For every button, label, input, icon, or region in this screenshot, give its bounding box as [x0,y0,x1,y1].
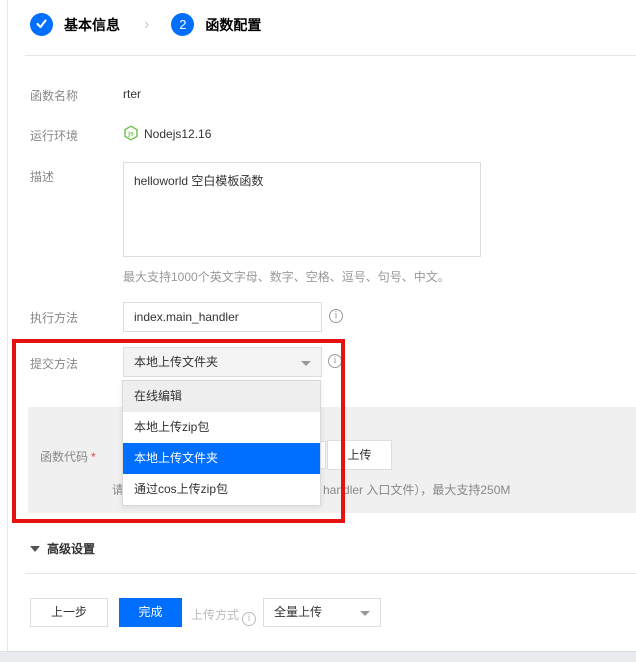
upload-mode-value: 全量上传 [274,605,322,619]
description-hint: 最大支持1000个英文字母、数字、空格、逗号、句号、中文。 [123,268,450,285]
upload-mode-info-icon[interactable] [242,612,256,626]
caret-down-icon [360,611,370,616]
description-textarea[interactable]: helloworld 空白模板函数 [123,162,481,257]
handler-label: 执行方法 [30,309,78,326]
function-config-page: 基本信息 2 函数配置 函数名称 rter 运行环境 js Nodejs12.1… [0,0,636,662]
handler-info-icon[interactable] [329,309,343,323]
dropdown-option-local-folder[interactable]: 本地上传文件夹 [123,443,320,474]
runtime-value: Nodejs12.16 [144,127,211,141]
dropdown-option-local-zip[interactable]: 本地上传zip包 [123,412,320,443]
advanced-settings-toggle[interactable]: 高级设置 [30,540,95,557]
function-code-label: 函数代码* [40,448,96,465]
upload-button[interactable]: 上传 [327,440,392,470]
caret-down-icon [301,361,311,366]
step2-label: 函数配置 [205,15,261,35]
chevron-right-icon [144,16,149,34]
description-label: 描述 [30,168,54,185]
function-name-label: 函数名称 [30,87,78,104]
nodejs-icon: js [123,125,139,144]
upload-mode-select[interactable]: 全量上传 [263,598,381,627]
svg-text:js: js [127,131,134,138]
handler-input[interactable] [123,302,322,332]
header-divider [25,55,636,56]
step2-circle: 2 [171,13,194,36]
advanced-settings-label: 高级设置 [47,540,95,557]
dropdown-option-online-edit[interactable]: 在线编辑 [123,381,320,412]
required-asterisk: * [91,450,96,464]
step1-label: 基本信息 [64,15,120,35]
dropdown-option-cos-zip[interactable]: 通过cos上传zip包 [123,474,320,505]
submit-method-dropdown: 在线编辑 本地上传zip包 本地上传文件夹 通过cos上传zip包 [122,380,321,506]
left-panel-border [7,0,8,651]
step-indicator: 基本信息 2 函数配置 [30,13,261,36]
page-bottom-background [0,651,636,662]
code-hint: handler 入口文件），最大支持250M [323,481,510,498]
footer-divider [25,573,636,574]
function-name-value: rter [123,87,141,101]
code-hint-clipped: 请 [112,481,122,495]
finish-button[interactable]: 完成 [119,598,182,627]
triangle-down-icon [30,546,40,552]
step1-done-circle [30,13,53,36]
submit-method-value: 本地上传文件夹 [134,355,218,369]
submit-method-info-icon[interactable] [328,354,342,368]
previous-step-button[interactable]: 上一步 [30,598,108,627]
submit-method-select[interactable]: 本地上传文件夹 [123,347,322,377]
submit-method-label: 提交方法 [30,355,78,372]
upload-mode-label: 上传方式 [191,606,256,626]
runtime-label: 运行环境 [30,127,78,144]
check-icon [35,17,48,33]
